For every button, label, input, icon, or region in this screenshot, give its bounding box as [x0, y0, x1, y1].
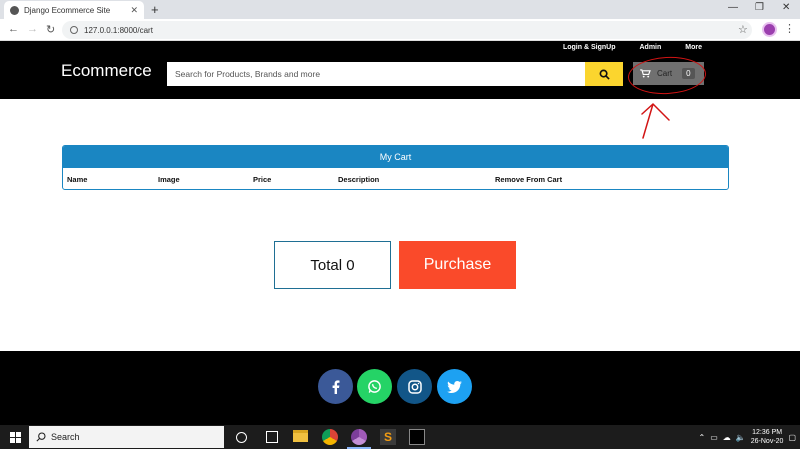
close-window-icon[interactable]: ✕ [782, 2, 790, 13]
search-icon [36, 432, 46, 442]
more-link[interactable]: More [685, 44, 702, 51]
network-icon[interactable]: ▭ [710, 433, 718, 442]
sublime-text-icon[interactable]: S [380, 429, 396, 445]
tab-close-icon[interactable]: ✕ [130, 5, 138, 16]
cart-table: My Cart Name Image Price Description Rem… [62, 145, 729, 190]
globe-icon [10, 5, 19, 15]
clock[interactable]: 12:36 PM 26-Nov-20 [751, 428, 784, 446]
column-price: Price [253, 175, 272, 184]
purchase-button[interactable]: Purchase [399, 241, 516, 289]
column-remove: Remove From Cart [495, 175, 563, 184]
address-bar: ← → ↻ 127.0.0.1:8000/cart ☆ ⋮ [0, 19, 800, 41]
clock-time: 12:36 PM [752, 429, 783, 436]
total-display: Total 0 [274, 241, 391, 289]
admin-link[interactable]: Admin [639, 44, 661, 51]
profile-avatar[interactable] [762, 22, 777, 37]
annotation-arrow-icon [641, 103, 670, 139]
windows-start-icon[interactable] [10, 432, 21, 443]
taskbar-search-label: Search [51, 432, 80, 442]
cortana-icon[interactable] [236, 432, 247, 443]
brand-logo[interactable]: Ecommerce [61, 61, 152, 81]
search-input[interactable]: Search for Products, Brands and more [167, 62, 585, 86]
back-icon[interactable]: ← [8, 23, 19, 35]
tab-title: Django Ecommerce Site [24, 5, 111, 15]
url-field[interactable]: 127.0.0.1:8000/cart [62, 21, 752, 39]
taskbar-search[interactable]: Search [29, 426, 224, 448]
column-image: Image [158, 175, 180, 184]
chrome-icon[interactable] [322, 429, 338, 445]
column-name: Name [67, 175, 88, 184]
new-tab-button[interactable]: + [151, 2, 159, 17]
volume-icon[interactable]: 🔈 [736, 433, 746, 442]
notifications-icon[interactable]: ▢ [788, 433, 796, 442]
info-icon [70, 26, 78, 34]
cart-title: My Cart [63, 146, 728, 168]
task-view-icon[interactable] [266, 431, 278, 443]
chrome-profile-icon[interactable] [351, 429, 367, 445]
column-description: Description [338, 175, 380, 184]
tray-expand-icon[interactable]: ⌃ [699, 433, 706, 442]
bookmark-star-icon[interactable]: ☆ [738, 23, 748, 36]
file-explorer-icon[interactable] [293, 430, 308, 442]
search-icon [599, 69, 610, 80]
terminal-icon[interactable] [409, 429, 425, 445]
maximize-icon[interactable]: ❐ [755, 2, 764, 13]
top-links: Login & SignUp Admin More [563, 44, 702, 51]
forward-icon[interactable]: → [27, 23, 38, 35]
windows-taskbar: Search S ⌃ ▭ ☁ 🔈 12:36 PM 26-Nov-20 ▢ [0, 425, 800, 449]
browser-tab[interactable]: Django Ecommerce Site ✕ [4, 1, 144, 19]
browser-tab-bar: Django Ecommerce Site ✕ + — ❐ ✕ [0, 0, 800, 19]
clock-date: 26-Nov-20 [750, 438, 784, 445]
login-signup-link[interactable]: Login & SignUp [563, 44, 616, 51]
system-tray: ⌃ ▭ ☁ 🔈 12:36 PM 26-Nov-20 ▢ [699, 428, 796, 446]
twitter-icon[interactable] [437, 369, 472, 404]
site-footer [0, 351, 800, 425]
whatsapp-icon[interactable] [357, 369, 392, 404]
cart-columns: Name Image Price Description Remove From… [63, 168, 728, 189]
reload-icon[interactable]: ↻ [46, 23, 55, 36]
minimize-icon[interactable]: — [728, 2, 738, 13]
instagram-icon[interactable] [397, 369, 432, 404]
facebook-icon[interactable] [318, 369, 353, 404]
url-text: 127.0.0.1:8000/cart [84, 25, 153, 35]
search-button[interactable] [585, 62, 623, 86]
onedrive-icon[interactable]: ☁ [723, 433, 731, 442]
menu-kebab-icon[interactable]: ⋮ [784, 22, 795, 35]
